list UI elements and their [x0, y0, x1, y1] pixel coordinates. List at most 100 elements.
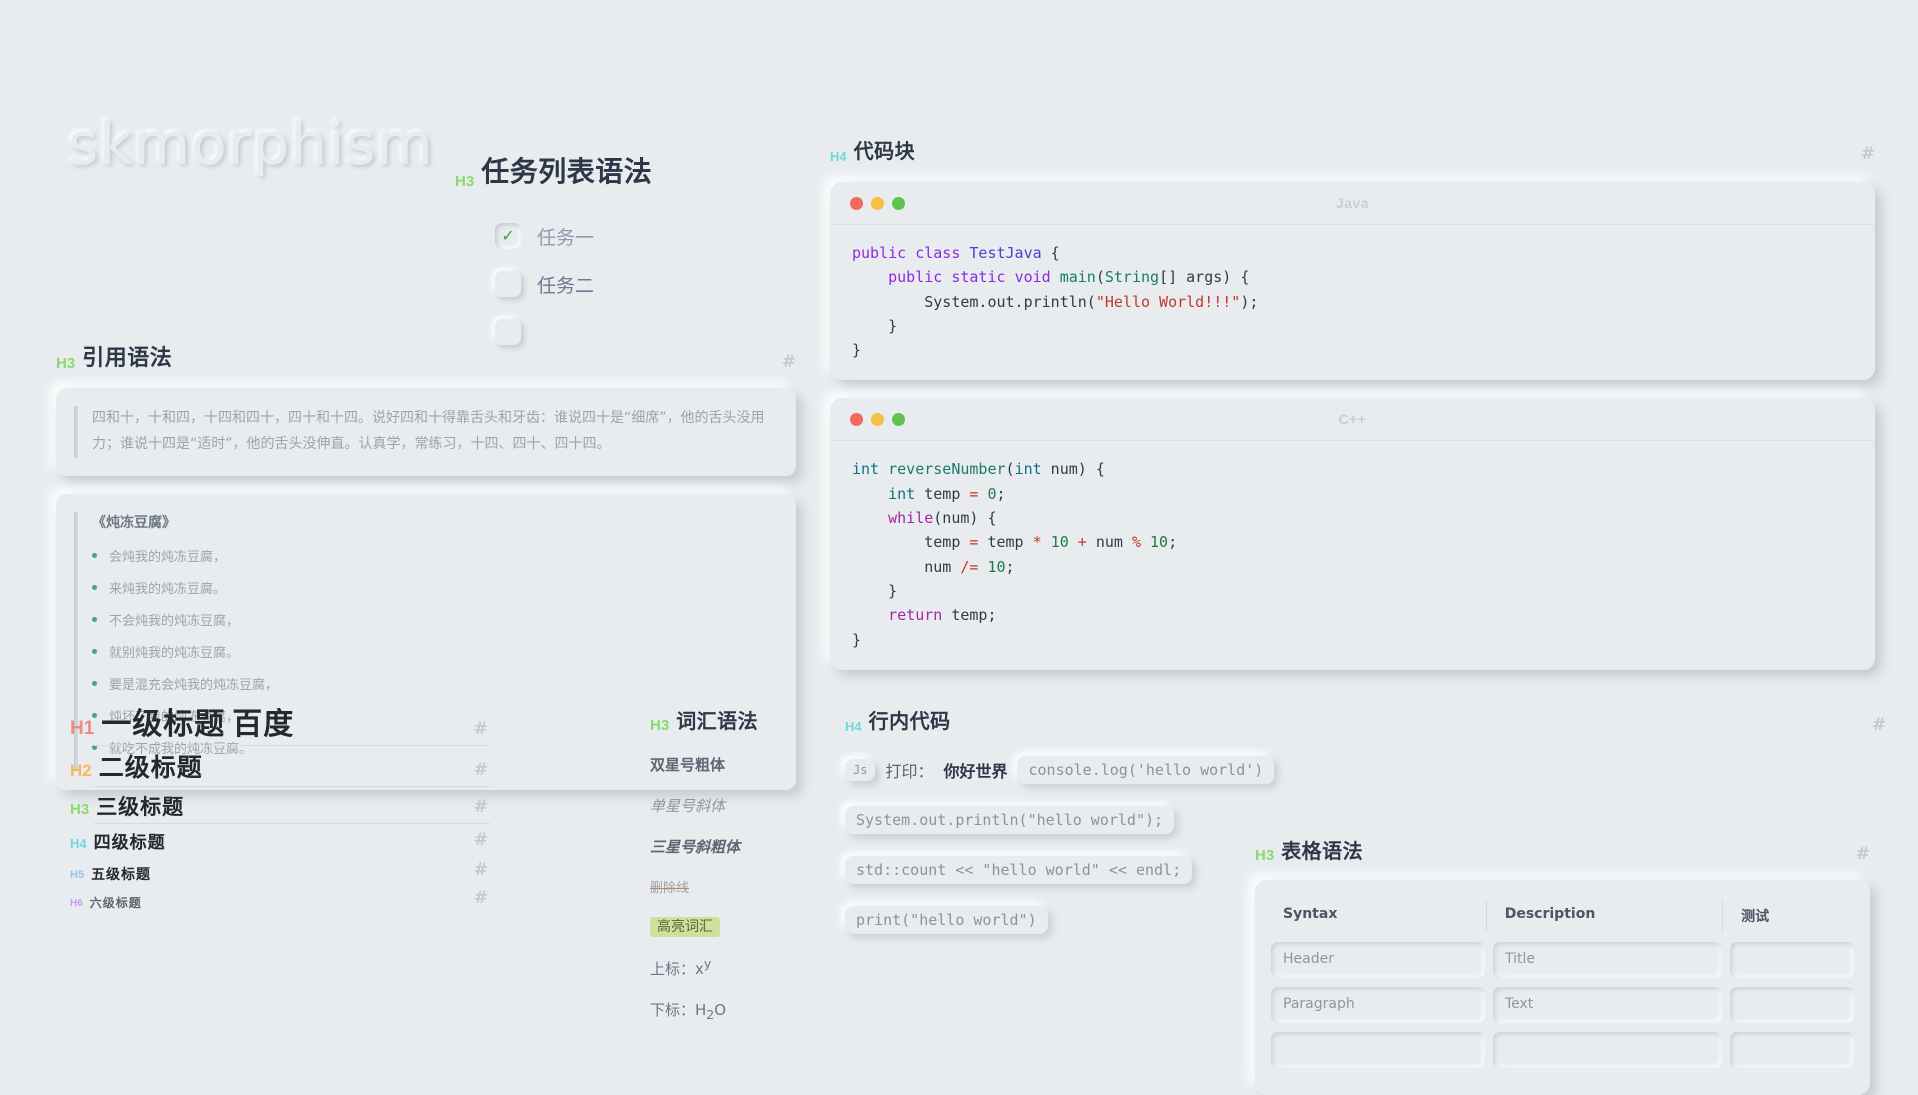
list-title: 《炖冻豆腐》 [92, 514, 176, 531]
maximize-icon[interactable] [892, 196, 905, 210]
inline-row-bold-text: 你好世界 [943, 762, 1008, 781]
heading-row-h1: H1 一级标题 百度 # [70, 710, 490, 746]
heading-rule [94, 786, 490, 787]
heading-level-badge: H4 [845, 719, 862, 734]
table-cell[interactable] [1729, 987, 1855, 1023]
list-item: 要是混充会炖我的炖冻豆腐， [92, 674, 774, 693]
code-block-heading: H4 代码块 [830, 135, 915, 164]
italic-sample: 单星号斜体 [650, 797, 726, 815]
bullet-icon [92, 616, 97, 622]
heading-rule [94, 856, 490, 857]
table-cell[interactable] [1492, 1032, 1722, 1068]
task-label: 任务二 [537, 274, 595, 297]
minimize-icon[interactable] [871, 196, 884, 210]
list-item-label: 来炖我的炖冻豆腐。 [109, 581, 227, 597]
checkbox-unchecked[interactable] [495, 271, 521, 297]
heading-text: 五级标题 [91, 866, 152, 882]
maximize-icon[interactable] [892, 412, 905, 426]
heading-level-badge: H6 [70, 898, 83, 909]
heading-level-badge: H2 [70, 761, 92, 780]
code-content-java: public class TestJava { public static vo… [852, 244, 1259, 360]
code-card-titlebar: Java [830, 182, 1875, 225]
table-cell[interactable] [1729, 1032, 1855, 1068]
anchor-link-icon[interactable]: # [1861, 144, 1875, 164]
vocabulary-title: 词汇语法 [676, 711, 759, 733]
inline-code-chip: console.log('hello world') [1017, 756, 1275, 784]
code-card-cpp: C++ int reverseNumber(int num) { int tem… [830, 398, 1875, 670]
superscript-sample: 上标：xy [650, 956, 840, 979]
anchor-link-icon[interactable]: # [474, 830, 488, 850]
table-title: 表格语法 [1281, 841, 1364, 863]
anchor-link-icon[interactable]: # [474, 760, 488, 780]
strikethrough-sample-wrap: 删除线 [650, 877, 840, 896]
table-heading: H3 表格语法 [1255, 835, 1363, 864]
js-tag-chip: Js [845, 759, 876, 781]
table-cell[interactable]: Title [1492, 942, 1722, 978]
anchor-link-icon[interactable]: # [1856, 844, 1870, 864]
heading-level-badge: H3 [56, 355, 76, 372]
inline-code-title: 行内代码 [868, 711, 951, 733]
heading-level-badge: H5 [70, 869, 85, 881]
inline-code-chip: std::count << "hello world" << endl; [845, 856, 1193, 884]
list-item-label: 要是混充会炖我的炖冻豆腐， [109, 677, 279, 693]
list-item-label: 就别炖我的炖冻豆腐。 [109, 645, 240, 661]
table-cell[interactable]: Paragraph [1271, 987, 1485, 1023]
heading-level-badge: H3 [1255, 847, 1275, 864]
bullet-icon [92, 648, 97, 654]
table-cell[interactable] [1271, 1032, 1485, 1068]
list-item: 来炖我的炖冻豆腐。 [92, 578, 774, 597]
inline-row-bold-label: 你好世界 [943, 758, 1007, 782]
minimize-icon[interactable] [871, 412, 884, 426]
heading-link[interactable]: 百度 [232, 710, 294, 740]
table-cell[interactable]: Header [1271, 942, 1485, 978]
headings-demo-section: H1 一级标题 百度 # H2 二级标题 # H3 三级标题 # H4 四级标题… [70, 710, 490, 925]
anchor-link-icon[interactable]: # [474, 888, 488, 908]
superscript-label: 上标： [650, 960, 696, 978]
list-item: 不会炖我的炖冻豆腐， [92, 610, 774, 629]
heading-text: 四级标题 [93, 833, 166, 852]
anchor-link-icon[interactable]: # [474, 719, 488, 739]
app-root: skmorphism H3 任务列表语法 ✓ 任务一 任务二 H3 引用语法 #… [0, 0, 1918, 1095]
heading-row-h2: H2 二级标题 # [70, 756, 490, 787]
inline-row-label: 打印： [885, 762, 934, 781]
heading-text: 二级标题 [98, 754, 203, 782]
heading-rule [94, 886, 490, 887]
list-item: 会炖我的炖冻豆腐， [92, 546, 774, 565]
quote-text: 四和十，十和四，十四和四十，四十和十四。说好四和十得靠舌头和牙齿：谁说四十是“细… [92, 410, 765, 452]
heading-rule [94, 914, 490, 915]
quote-title: 引用语法 [82, 345, 173, 370]
close-icon[interactable] [850, 412, 863, 426]
heading-text: 六级标题 [89, 896, 142, 910]
code-card-java: Java public class TestJava { public stat… [830, 182, 1875, 381]
code-language-label: Java [1335, 195, 1370, 211]
site-logo: skmorphism [68, 110, 435, 178]
inline-code-chip: System.out.println("hello world"); [845, 806, 1175, 834]
bold-sample: 双星号粗体 [650, 756, 726, 774]
subscript-sample: 下标：H2O [650, 999, 840, 1022]
table-cell[interactable] [1729, 942, 1855, 978]
task-item[interactable]: 任务二 [495, 270, 745, 298]
table-cell[interactable]: Text [1492, 987, 1722, 1023]
subscript-base: H [695, 1001, 707, 1019]
task-item[interactable]: ✓ 任务一 [495, 222, 745, 250]
bullet-icon [92, 552, 97, 558]
task-list-heading: H3 任务列表语法 [455, 150, 745, 190]
bullet-icon [92, 680, 97, 686]
anchor-link-icon[interactable]: # [1872, 715, 1886, 735]
table-header-row: Syntax Description 测试 [1271, 894, 1854, 942]
heading-row-h5: H5 五级标题 # [70, 860, 490, 887]
task-rows: ✓ 任务一 任务二 [455, 222, 745, 346]
list-item-label: 会炖我的炖冻豆腐， [109, 549, 227, 565]
blockquote: 四和十，十和四，十四和四十，四十和十四。说好四和十得靠舌头和牙齿：谁说四十是“细… [56, 388, 796, 476]
close-icon[interactable] [850, 196, 863, 210]
anchor-link-icon[interactable]: # [474, 797, 488, 817]
anchor-link-icon[interactable]: # [782, 352, 796, 372]
heading-text: 三级标题 [96, 796, 185, 819]
checkbox-checked[interactable]: ✓ [495, 223, 521, 249]
anchor-link-icon[interactable]: # [474, 860, 488, 880]
window-dots [850, 196, 905, 210]
heading-level-badge: H3 [650, 717, 670, 734]
subscript-label: 下标： [650, 1001, 696, 1019]
table-row [1271, 1032, 1855, 1068]
table-column-header: 测试 [1741, 909, 1770, 925]
